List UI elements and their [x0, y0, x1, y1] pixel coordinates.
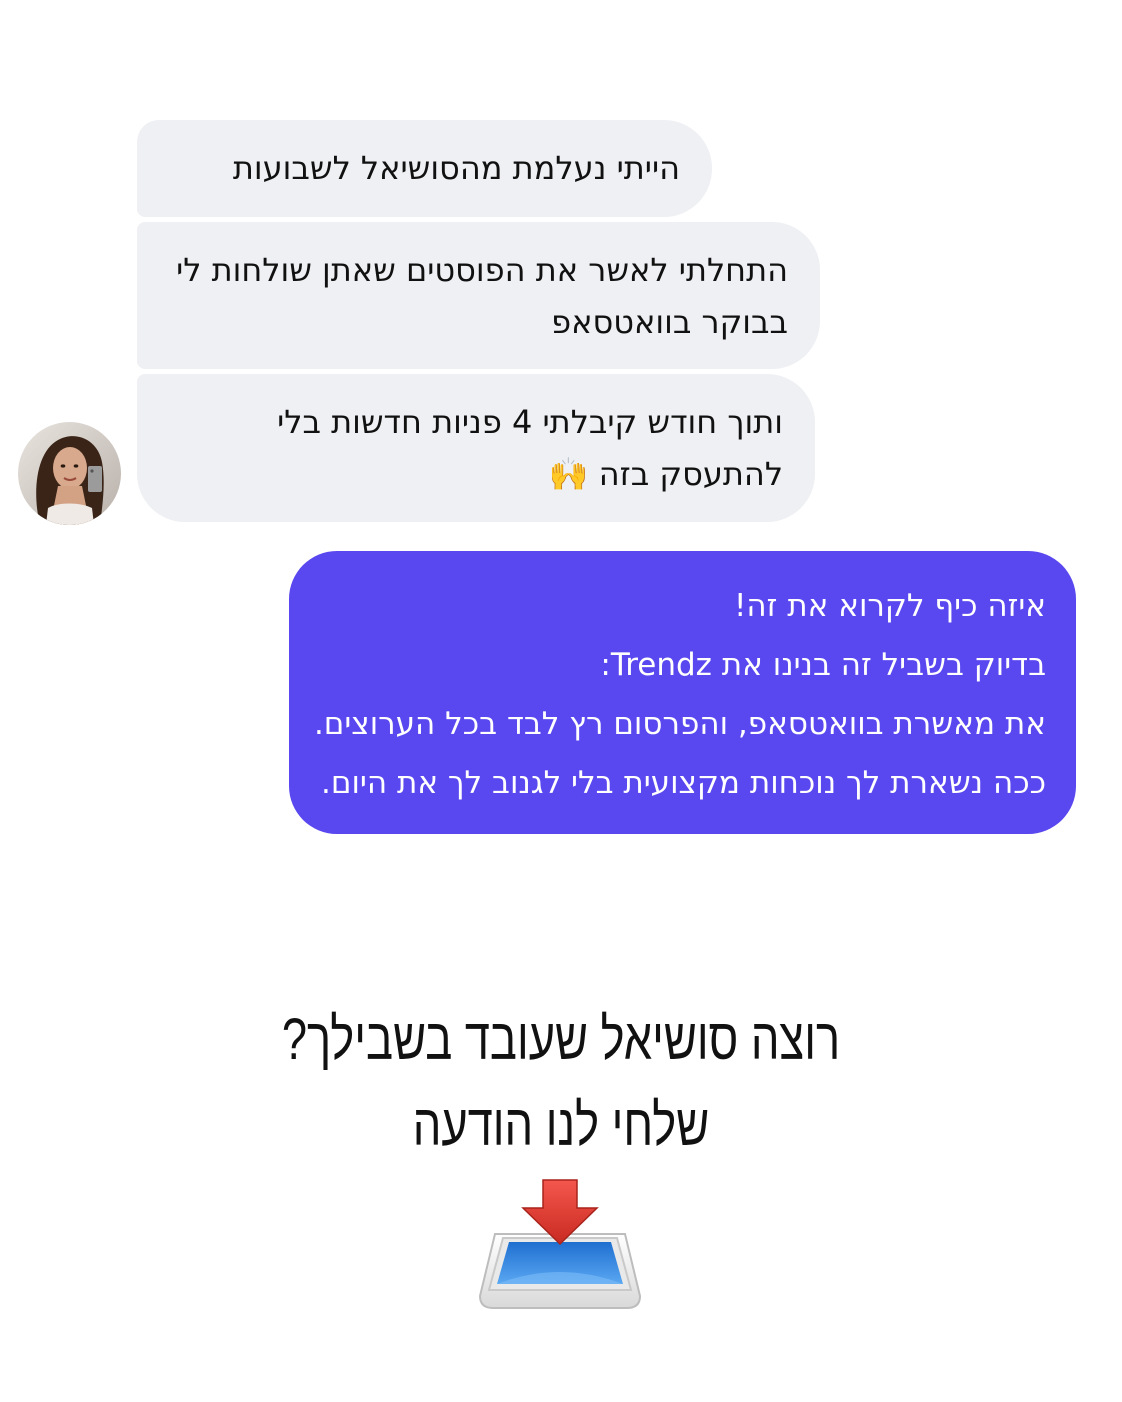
avatar[interactable]	[18, 422, 121, 525]
message-line: התחלתי לאשר את הפוסטים שאתן שולחות לי	[176, 251, 788, 289]
message-line: איזה כיף לקרוא את זה!	[734, 588, 1046, 624]
message-line: בבוקר בוואטסאפ	[551, 303, 788, 341]
message-line: ותוך חודש קיבלתי 4 פניות חדשות בלי	[277, 403, 783, 441]
user-avatar-photo-icon	[18, 422, 121, 525]
incoming-message-1: הייתי נעלמת מהסושיאל לשבועות	[137, 120, 712, 217]
cta-headline: רוצה סושיאל שעובד בשבילך?	[281, 1007, 841, 1072]
message-line: הייתי נעלמת מהסושיאל לשבועות	[232, 149, 680, 187]
message-line: להתעסק בזה 🙌	[548, 455, 783, 493]
message-line: ככה נשארת לך נוכחות מקצועית בלי לגנוב לך…	[321, 765, 1046, 801]
message-line: בדיוק בשביל זה בנינו את Trendz:	[600, 647, 1046, 683]
incoming-message-2: התחלתי לאשר את הפוסטים שאתן שולחות לי בב…	[137, 222, 820, 369]
cta-subheadline: שלחי לנו הודעה	[412, 1093, 710, 1158]
inbox-tray-icon[interactable]	[475, 1174, 645, 1314]
message-line: את מאשרת בוואטסאפ, והפרסום רץ לבד בכל הע…	[313, 706, 1046, 742]
outgoing-message: איזה כיף לקרוא את זה! בדיוק בשביל זה בני…	[289, 551, 1076, 834]
incoming-message-3: ותוך חודש קיבלתי 4 פניות חדשות בלי להתעס…	[137, 374, 815, 522]
